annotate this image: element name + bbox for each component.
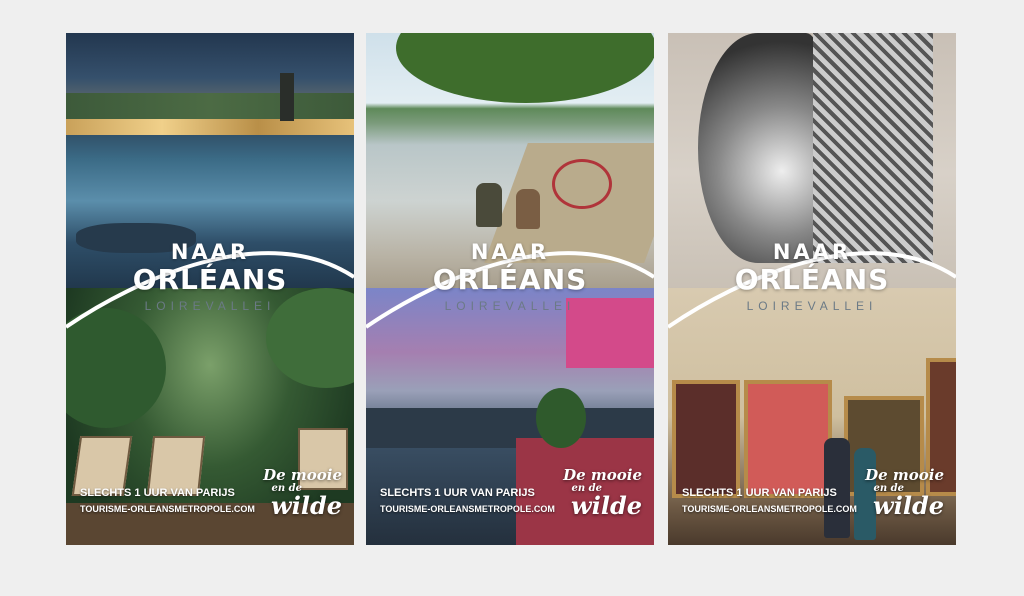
title-block: NAAR ORLÉANS LOIREVALLEI bbox=[668, 240, 956, 313]
poster-night-river: NAAR ORLÉANS LOIREVALLEI SLECHTS 1 UUR V… bbox=[66, 33, 354, 545]
tagline: SLECHTS 1 UUR VAN PARIJS bbox=[80, 487, 235, 499]
poster-street-art-museum: NAAR ORLÉANS LOIREVALLEI SLECHTS 1 UUR V… bbox=[668, 33, 956, 545]
slogan-line-1: De mooie bbox=[263, 466, 342, 484]
slogan-line-3: wilde bbox=[873, 491, 944, 520]
person-sitting bbox=[516, 189, 540, 229]
architectural-mural bbox=[813, 33, 933, 263]
subtitle-loirevallei: LOIREVALLEI bbox=[144, 299, 276, 313]
poster-loire-cycling: NAAR ORLÉANS LOIREVALLEI SLECHTS 1 UUR V… bbox=[366, 33, 654, 545]
title-block: NAAR ORLÉANS LOIREVALLEI bbox=[366, 240, 654, 313]
subtitle-loirevallei: LOIREVALLEI bbox=[746, 299, 878, 313]
slogan: De mooie en de wilde bbox=[865, 467, 944, 518]
painting-frame bbox=[744, 380, 832, 498]
lit-buildings bbox=[66, 119, 354, 135]
title-orleans: ORLÉANS bbox=[432, 263, 588, 296]
cathedral-tower bbox=[280, 73, 294, 121]
title-naar: NAAR bbox=[170, 240, 250, 264]
person-sitting bbox=[476, 183, 502, 227]
title-naar: NAAR bbox=[470, 240, 550, 264]
tagline: SLECHTS 1 UUR VAN PARIJS bbox=[682, 487, 837, 499]
title-block: NAAR ORLÉANS LOIREVALLEI bbox=[66, 240, 354, 313]
painting-frame bbox=[672, 380, 740, 498]
subtitle-loirevallei: LOIREVALLEI bbox=[444, 299, 576, 313]
website-link[interactable]: TOURISME-ORLEANSMETROPOLE.COM bbox=[682, 504, 857, 514]
tagline: SLECHTS 1 UUR VAN PARIJS bbox=[380, 487, 535, 499]
slogan-line-3: wilde bbox=[271, 491, 342, 520]
title-orleans: ORLÉANS bbox=[132, 263, 288, 296]
website-link[interactable]: TOURISME-ORLEANSMETROPOLE.COM bbox=[80, 504, 255, 514]
title-orleans: ORLÉANS bbox=[734, 263, 890, 296]
slogan-line-3: wilde bbox=[571, 491, 642, 520]
slogan-line-1: De mooie bbox=[563, 466, 642, 484]
slogan-line-1: De mooie bbox=[865, 466, 944, 484]
title-naar: NAAR bbox=[772, 240, 852, 264]
website-link[interactable]: TOURISME-ORLEANSMETROPOLE.COM bbox=[380, 504, 555, 514]
tree-canopy bbox=[396, 33, 654, 103]
bicycle bbox=[552, 159, 612, 209]
lion-mural bbox=[698, 33, 818, 263]
slogan: De mooie en de wilde bbox=[263, 467, 342, 518]
tree bbox=[536, 388, 586, 448]
slogan: De mooie en de wilde bbox=[563, 467, 642, 518]
